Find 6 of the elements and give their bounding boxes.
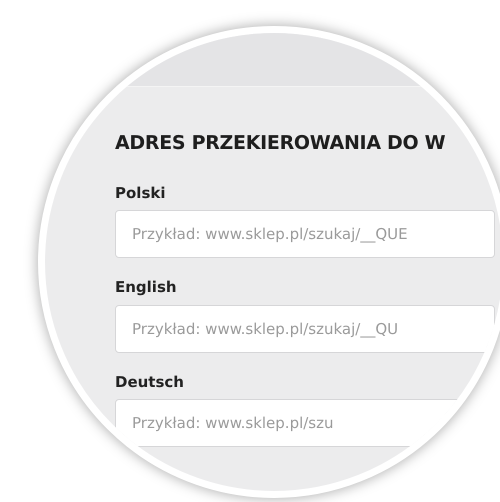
url-field[interactable]: Przykład: www.sklep.pl/szukaj/__QU [115,304,495,352]
field-label: Deutsch [115,372,185,392]
field-label: Polski [115,182,166,204]
field-label: English [115,277,178,298]
url-field[interactable]: Przykład: www.sklep.pl/szukaj/__QUE [115,210,495,258]
section-title: ADRES PRZEKIEROWANIA DO W [115,131,446,156]
